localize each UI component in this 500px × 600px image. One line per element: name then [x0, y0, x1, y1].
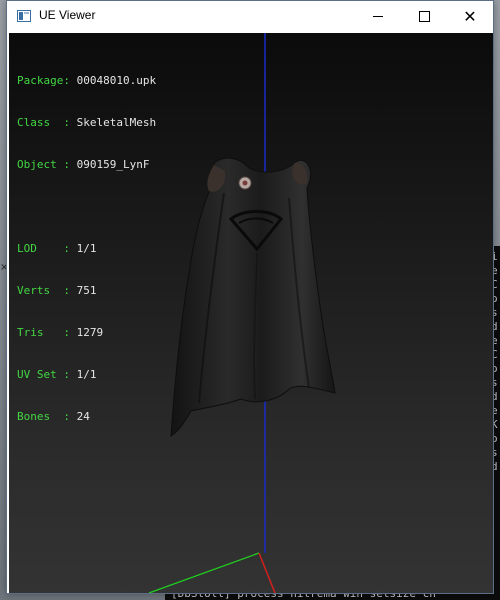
maximize-icon [418, 11, 430, 22]
info-class-value: SkeletalMesh [76, 116, 157, 129]
info-tris-row: Tris : 1279 [17, 326, 156, 340]
info-object-label: Object : [17, 158, 77, 171]
info-uvset-value: 1/1 [76, 368, 97, 381]
info-class-row: Class : SkeletalMesh [17, 116, 156, 130]
info-bones-row: Bones : 24 [17, 410, 156, 424]
info-uvset-row: UV Set : 1/1 [17, 368, 156, 382]
title-bar[interactable]: UE Viewer ✕ [7, 1, 493, 32]
info-class-label: Class : [17, 116, 77, 129]
close-button[interactable]: ✕ [447, 1, 493, 32]
info-lod-row: LOD : 1/1 [17, 242, 156, 256]
info-lod-label: LOD : [17, 242, 77, 255]
info-package-row: Package: 00048010.upk [17, 74, 156, 88]
mesh-info-panel: Package: 00048010.upk Class : SkeletalMe… [17, 46, 156, 452]
info-verts-value: 751 [76, 284, 97, 297]
info-verts-row: Verts : 751 [17, 284, 156, 298]
info-uvset-label: UV Set : [17, 368, 77, 381]
info-package-label: Package: [17, 74, 77, 87]
info-bones-value: 24 [76, 410, 90, 423]
minimize-icon [373, 16, 383, 17]
window-title: UE Viewer [39, 8, 96, 22]
info-tris-value: 1279 [76, 326, 104, 339]
info-verts-label: Verts : [17, 284, 77, 297]
info-object-value: 090159_LynF [76, 158, 150, 171]
ue-viewer-window[interactable]: UE Viewer ✕ Package: 00048010.upk Class … [6, 0, 494, 594]
info-package-value: 00048010.upk [76, 74, 157, 87]
axis-x-line [148, 552, 260, 593]
info-tris-label: Tris : [17, 326, 77, 339]
info-object-row: Object : 090159_LynF [17, 158, 156, 172]
info-bones-label: Bones : [17, 410, 77, 423]
app-icon[interactable] [17, 10, 31, 22]
close-icon: ✕ [463, 6, 477, 26]
minimize-button[interactable] [355, 1, 401, 32]
3d-viewport[interactable]: Package: 00048010.upk Class : SkeletalMe… [9, 33, 493, 593]
axis-y-line [258, 552, 276, 593]
info-lod-value: 1/1 [76, 242, 97, 255]
cape-model [170, 157, 336, 437]
maximize-button[interactable] [401, 1, 447, 32]
info-spacer [17, 200, 156, 214]
